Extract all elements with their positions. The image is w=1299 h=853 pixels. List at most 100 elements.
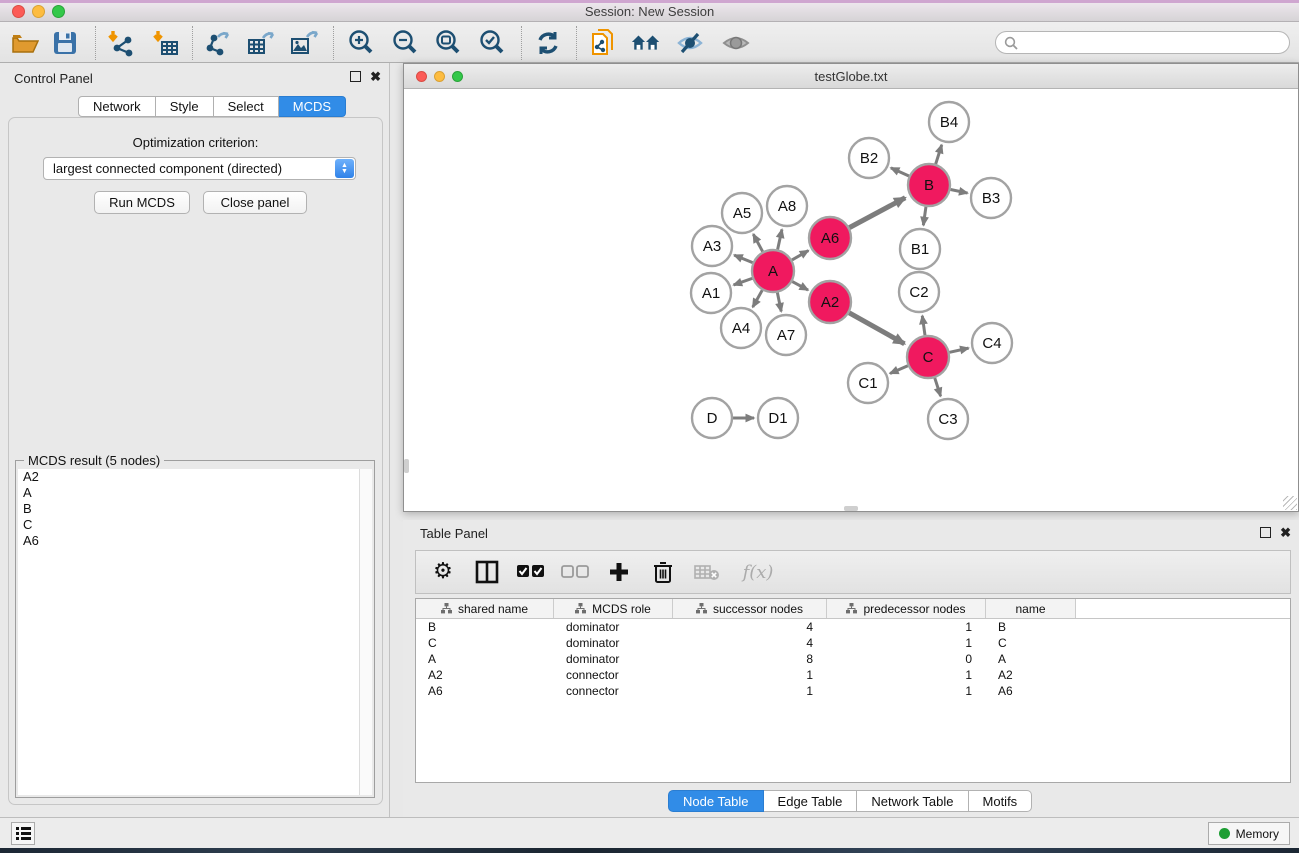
edge-A-A3[interactable] [734,255,752,263]
tab-style[interactable]: Style [156,96,214,117]
import-table-button[interactable] [149,27,181,59]
export-image-button[interactable] [288,27,320,59]
result-scrollbar[interactable] [359,469,372,795]
network-canvas[interactable]: AA1A2A3A4A5A6A7A8BB1B2B3B4CC1C2C3C4DD1 [404,89,1298,511]
select-all-columns-button[interactable] [516,557,546,587]
edge-A-A4[interactable] [753,290,762,307]
edge-C-C4[interactable] [949,348,968,352]
graph-node-A3[interactable]: A3 [692,226,732,266]
graph-node-B3[interactable]: B3 [971,178,1011,218]
hide-graphics-details-button[interactable] [674,27,706,59]
deselect-all-columns-button[interactable] [560,557,590,587]
edge-A2-C[interactable] [849,313,904,344]
open-file-button[interactable] [9,27,41,59]
first-neighbors-button[interactable] [630,27,662,59]
tab-node-table[interactable]: Node Table [668,790,764,812]
graph-node-C2[interactable]: C2 [899,272,939,312]
graph-node-B4[interactable]: B4 [929,102,969,142]
column-header-shared-name[interactable]: shared name [416,599,554,618]
result-item[interactable]: A [18,485,361,501]
column-header-predecessor-nodes[interactable]: predecessor nodes [827,599,986,618]
edge-B-B4[interactable] [936,145,942,164]
table-row[interactable]: A2connector11A2 [416,667,1290,683]
result-item[interactable]: B [18,501,361,517]
tab-select[interactable]: Select [214,96,279,117]
toggle-column-view-button[interactable] [472,557,502,587]
result-item[interactable]: A2 [18,469,361,485]
column-header-successor-nodes[interactable]: successor nodes [673,599,827,618]
graph-node-B1[interactable]: B1 [900,229,940,269]
close-table-panel-icon[interactable]: ✖ [1280,527,1291,538]
import-network-button[interactable] [104,27,136,59]
edge-C-C2[interactable] [922,316,925,335]
graph-node-A7[interactable]: A7 [766,315,806,355]
float-table-panel-icon[interactable] [1260,527,1271,538]
run-mcds-button[interactable]: Run MCDS [94,191,190,214]
tab-network-table[interactable]: Network Table [857,790,968,812]
float-panel-icon[interactable] [350,71,361,82]
table-row[interactable]: A6connector11A6 [416,683,1290,699]
function-builder-button[interactable]: f(x) [736,557,780,587]
tab-network[interactable]: Network [78,96,156,117]
add-column-button[interactable] [604,557,634,587]
graph-node-C1[interactable]: C1 [848,363,888,403]
zoom-out-button[interactable] [389,27,421,59]
graph-node-C[interactable]: C [907,336,949,378]
search-input[interactable] [995,31,1290,54]
mcds-result-list[interactable]: A2ABCA6 [18,469,361,795]
table-settings-button[interactable]: ⚙ [428,557,458,587]
task-history-button[interactable] [11,822,35,845]
tab-mcds[interactable]: MCDS [279,96,346,117]
memory-button[interactable]: Memory [1208,822,1290,845]
export-network-button[interactable] [203,27,235,59]
close-panel-button[interactable]: Close panel [203,191,307,214]
graph-node-D[interactable]: D [692,398,732,438]
optimization-dropdown[interactable]: largest connected component (directed) ▲… [43,157,356,180]
edge-A-A6[interactable] [792,251,808,260]
edge-C-C3[interactable] [935,378,941,396]
tab-edge-table[interactable]: Edge Table [764,790,858,812]
zoom-fit-button[interactable] [432,27,464,59]
graph-node-B[interactable]: B [908,164,950,206]
graph-node-A2[interactable]: A2 [809,281,851,323]
canvas-horizontal-scrollbar[interactable] [844,506,858,511]
result-item[interactable]: C [18,517,361,533]
graph-node-A1[interactable]: A1 [691,273,731,313]
show-graphics-details-button[interactable] [720,27,752,59]
edge-B-B2[interactable] [891,168,909,176]
table-row[interactable]: Adominator80A [416,651,1290,667]
edge-A6-B[interactable] [849,198,905,228]
edge-A-A5[interactable] [753,234,762,251]
column-header-MCDS-role[interactable]: MCDS role [554,599,673,618]
tab-motifs[interactable]: Motifs [969,790,1033,812]
column-header-name[interactable]: name [986,599,1076,618]
refresh-button[interactable] [532,27,564,59]
graph-node-B2[interactable]: B2 [849,138,889,178]
table-row[interactable]: Cdominator41C [416,635,1290,651]
close-panel-icon[interactable]: ✖ [370,71,381,82]
zoom-in-button[interactable] [345,27,377,59]
export-table-button[interactable] [245,27,277,59]
graph-node-A4[interactable]: A4 [721,308,761,348]
zoom-selected-button[interactable] [476,27,508,59]
result-item[interactable]: A6 [18,533,361,549]
edge-A-A8[interactable] [778,229,782,249]
graph-node-C3[interactable]: C3 [928,399,968,439]
graph-node-A[interactable]: A [752,250,794,292]
graph-node-A8[interactable]: A8 [767,186,807,226]
table-row[interactable]: Bdominator41B [416,619,1290,635]
graph-node-D1[interactable]: D1 [758,398,798,438]
save-session-button[interactable] [49,27,81,59]
window-resize-grip[interactable] [1283,496,1297,510]
edge-A-A2[interactable] [792,282,808,291]
new-session-button[interactable] [588,27,620,59]
edge-A-A1[interactable] [734,278,753,285]
graph-node-C4[interactable]: C4 [972,323,1012,363]
edge-B-B3[interactable] [951,190,968,194]
delete-table-button[interactable] [692,557,722,587]
edge-A-A7[interactable] [777,293,781,312]
edge-B-B1[interactable] [923,207,926,225]
edge-C-C1[interactable] [890,366,908,374]
canvas-vertical-scrollbar[interactable] [404,459,409,473]
graph-node-A5[interactable]: A5 [722,193,762,233]
